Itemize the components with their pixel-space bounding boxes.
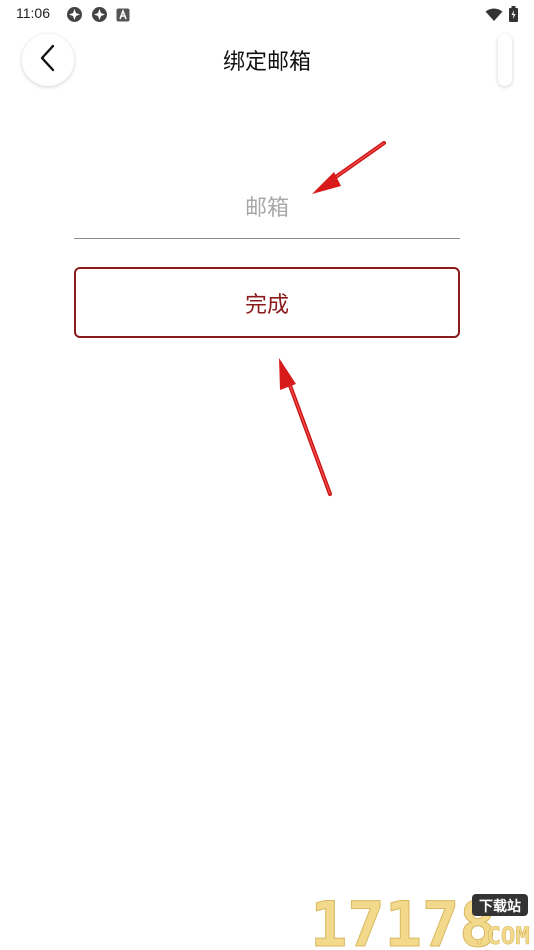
wifi-icon [485,7,503,26]
page-title: 绑定邮箱 [222,50,311,75]
status-icons-left [66,6,130,27]
arrow-to-done-button [279,358,332,496]
notification-icon [116,7,130,26]
watermark-number: 17178 [310,890,497,950]
battery-icon [509,6,518,26]
app-icon [91,6,108,27]
done-button[interactable]: 完成 [74,267,460,338]
annotation-arrows [279,141,386,496]
email-input[interactable] [74,178,460,239]
watermark-badge: 下载站 [479,898,521,915]
watermark-suffix: .COM [472,922,530,950]
chevron-left-icon [38,43,58,77]
app-icon [66,6,83,27]
status-bar: 11:06 [0,0,534,28]
header-right-handle [498,34,512,86]
status-time: 11:06 [16,5,50,21]
back-button[interactable] [22,34,74,86]
site-watermark: 17178 下载站 .COM [310,890,531,950]
status-icons-right [485,6,518,26]
done-button-label: 完成 [244,292,289,318]
